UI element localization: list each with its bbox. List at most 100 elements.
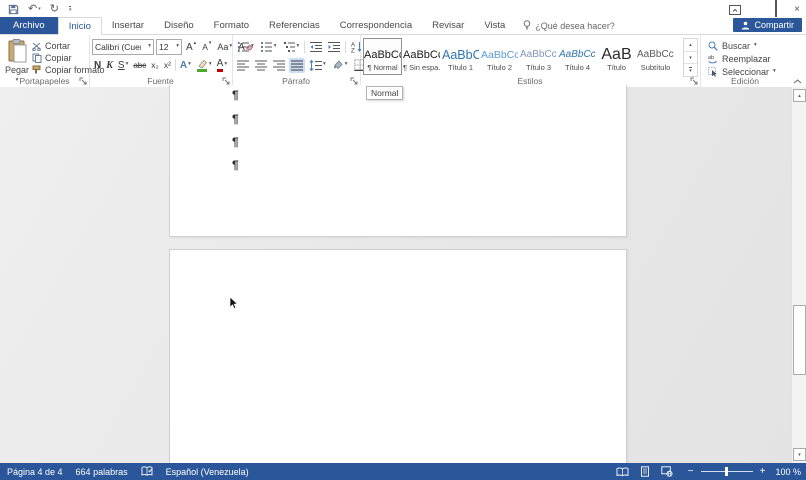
font-size-combobox[interactable]: 12 ▾: [156, 39, 182, 55]
underline-button[interactable]: S ▾: [116, 58, 130, 73]
paste-button[interactable]: Pegar ▾: [4, 38, 30, 84]
tab-formato[interactable]: Formato: [204, 17, 259, 34]
align-center-button[interactable]: [253, 58, 269, 73]
zoom-slider[interactable]: [700, 467, 753, 476]
line-spacing-dropdown-icon: ▾: [323, 61, 326, 68]
text-effects-button[interactable]: A ▾: [178, 58, 193, 73]
tab-correspondencia[interactable]: Correspondencia: [330, 17, 422, 34]
zoom-in-button[interactable]: +: [760, 466, 766, 477]
web-layout-button[interactable]: [661, 466, 673, 477]
copy-button[interactable]: Copiar: [32, 52, 72, 64]
strikethrough-button[interactable]: abc: [131, 58, 148, 73]
italic-button[interactable]: K: [104, 58, 115, 73]
redo-button[interactable]: ↻: [50, 3, 59, 15]
style-normal[interactable]: AaBbCcD ¶ Normal: [363, 38, 402, 75]
style-name: Título 4: [564, 63, 590, 72]
close-button[interactable]: ×: [794, 5, 800, 15]
share-button[interactable]: Compartir: [733, 18, 802, 32]
estilos-dialog-launcher[interactable]: [690, 77, 698, 85]
tell-me-box[interactable]: ¿Qué desea hacer?: [515, 17, 623, 34]
style-sin-espaciado[interactable]: AaBbCcD ¶ Sin espa...: [402, 38, 441, 75]
word-count[interactable]: 664 palabras: [76, 467, 128, 477]
select-button[interactable]: Seleccionar ▾: [708, 66, 776, 78]
vertical-scrollbar[interactable]: ▴ ▾: [791, 87, 806, 463]
align-right-button[interactable]: [271, 58, 287, 73]
chevron-up-icon: [793, 79, 802, 84]
increase-indent-button[interactable]: [326, 40, 342, 55]
mouse-cursor: [229, 297, 238, 310]
scrollbar-up-button[interactable]: ▴: [793, 89, 806, 102]
document-page-4[interactable]: [169, 249, 627, 465]
parrafo-dialog-launcher[interactable]: [350, 77, 358, 85]
align-left-button[interactable]: [235, 58, 251, 73]
scrollbar-thumb[interactable]: [793, 305, 806, 375]
styles-scroll-down-button[interactable]: ▾: [684, 52, 697, 65]
paragraph-mark: ¶: [232, 88, 239, 102]
collapse-ribbon-button[interactable]: [793, 79, 802, 84]
style-titulo[interactable]: AaB Título: [597, 38, 636, 75]
highlight-color-button[interactable]: ▾: [194, 58, 214, 73]
tab-referencias[interactable]: Referencias: [259, 17, 330, 34]
portapapeles-dialog-launcher[interactable]: [79, 77, 87, 85]
styles-scroll-up-button[interactable]: ▴: [684, 39, 697, 52]
tab-inicio[interactable]: Inicio: [57, 17, 102, 35]
scrollbar-down-button[interactable]: ▾: [793, 448, 806, 461]
tab-diseno[interactable]: Diseño: [154, 17, 204, 34]
bullets-button[interactable]: ▾: [235, 40, 256, 55]
tab-vista[interactable]: Vista: [474, 17, 515, 34]
undo-dropdown-icon[interactable]: ▾: [38, 6, 41, 12]
style-titulo-1[interactable]: AaBbCc Título 1: [441, 38, 480, 75]
shading-dropdown-icon: ▾: [344, 61, 348, 68]
grow-font-button[interactable]: A ▴: [184, 40, 198, 55]
page-indicator[interactable]: Página 4 de 4: [7, 467, 63, 477]
read-mode-button[interactable]: [616, 466, 629, 477]
svg-text:ab: ab: [708, 55, 714, 61]
tab-insertar[interactable]: Insertar: [102, 17, 154, 34]
justify-button[interactable]: [289, 57, 305, 73]
language-indicator[interactable]: Español (Venezuela): [166, 467, 249, 477]
font-color-button[interactable]: A ▾: [215, 58, 229, 73]
line-spacing-button[interactable]: ▾: [307, 58, 328, 73]
zoom-slider-thumb[interactable]: [724, 467, 728, 476]
shading-button[interactable]: ▾: [330, 58, 350, 73]
align-left-icon: [237, 60, 249, 70]
fuente-dialog-launcher[interactable]: [222, 77, 230, 85]
superscript-button[interactable]: x²: [162, 58, 173, 73]
styles-more-button[interactable]: ▾: [684, 64, 697, 76]
font-name-dropdown-icon: ▾: [148, 43, 151, 50]
replace-button[interactable]: ab Reemplazar: [708, 53, 771, 65]
customize-quick-access-icon: ▾: [68, 5, 72, 13]
subscript-button[interactable]: x₂: [149, 58, 161, 73]
numbering-button[interactable]: ▾: [258, 40, 279, 55]
zoom-out-button[interactable]: −: [688, 466, 694, 477]
tab-revisar[interactable]: Revisar: [422, 17, 474, 34]
bold-button[interactable]: N: [92, 58, 103, 73]
copy-icon: [32, 53, 42, 63]
title-bar: ↶ ▾ ↻ ▾ ×: [0, 0, 806, 19]
undo-button[interactable]: ↶ ▾: [28, 3, 41, 15]
document-page-3[interactable]: ¶ ¶ ¶ ¶: [169, 85, 627, 237]
dialog-launcher-icon: [350, 77, 358, 85]
style-titulo-3[interactable]: AaBbCcD Título 3: [519, 38, 558, 75]
group-edicion: Buscar ▾ ab Reemplazar Seleccionar ▾ Edi…: [700, 35, 790, 87]
style-name: Título: [607, 63, 626, 72]
copy-label: Copiar: [45, 53, 72, 63]
tab-archivo[interactable]: Archivo: [0, 17, 58, 34]
ribbon-display-options-button[interactable]: [729, 5, 742, 15]
print-layout-button[interactable]: [640, 466, 650, 477]
style-subtitulo[interactable]: AaBbCcD Subtítulo: [636, 38, 675, 75]
multilevel-list-button[interactable]: ▾: [281, 40, 302, 55]
save-button[interactable]: [8, 4, 19, 15]
zoom-level[interactable]: 100 %: [775, 467, 801, 477]
increase-indent-icon: [328, 42, 341, 52]
text-effects-dropdown-icon: ▾: [188, 61, 191, 68]
decrease-indent-button[interactable]: [308, 40, 324, 55]
font-name-combobox[interactable]: Calibri (Cuerpo ▾: [92, 39, 154, 55]
find-button[interactable]: Buscar ▾: [708, 40, 757, 52]
proofing-status-button[interactable]: [141, 466, 153, 477]
style-titulo-2[interactable]: AaBbCcD Título 2: [480, 38, 519, 75]
customize-quick-access-button[interactable]: ▾: [68, 5, 72, 13]
cut-button[interactable]: Cortar: [32, 40, 70, 52]
shrink-font-button[interactable]: A ▾: [200, 40, 213, 55]
style-titulo-4[interactable]: AaBbCcD Título 4: [558, 38, 597, 75]
